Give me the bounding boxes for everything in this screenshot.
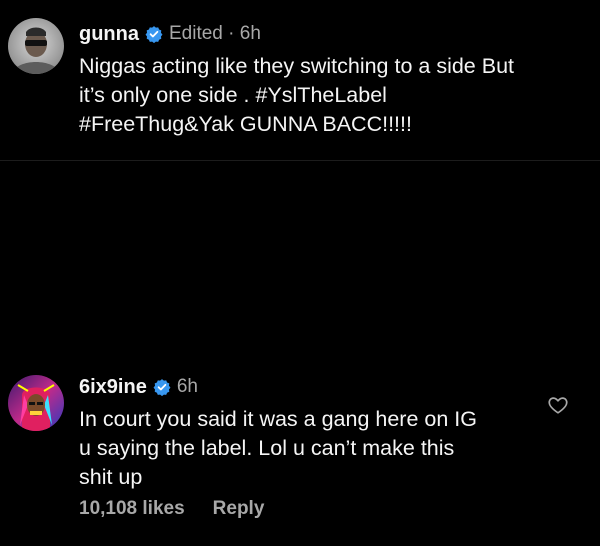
- 6ix9ine-avatar[interactable]: [8, 375, 64, 431]
- gunna-avatar-image: [8, 18, 64, 74]
- comment-line: shit up: [79, 465, 143, 489]
- post-caption-line: Niggas acting like they switching to a s…: [79, 54, 515, 78]
- post-header: gunna Edited · 6h: [79, 20, 261, 48]
- 6ix9ine-avatar-image: [8, 375, 64, 431]
- post-meta: Edited · 6h: [169, 23, 261, 44]
- post-caption-line: it’s only one side . #YslTheLabel: [79, 83, 387, 107]
- likes-count[interactable]: 10,108 likes: [79, 498, 185, 520]
- divider: [0, 160, 600, 161]
- original-post: gunna Edited · 6h Niggas acting like the…: [0, 0, 600, 162]
- heart-outline-icon[interactable]: [547, 394, 569, 416]
- verified-badge-icon: [145, 26, 163, 43]
- post-caption: Niggas acting like they switching to a s…: [79, 52, 579, 139]
- post-caption-line: #FreeThug&Yak GUNNA BACC!!!!!: [79, 112, 412, 136]
- post-username[interactable]: gunna: [79, 23, 139, 46]
- comment-timestamp: 6h: [176, 376, 198, 397]
- comment-actions: 10,108 likes Reply: [79, 498, 264, 520]
- comment-header: 6ix9ine 6h: [79, 373, 198, 401]
- comment-line: In court you said it was a gang here on …: [79, 407, 477, 431]
- verified-badge-icon: [153, 379, 171, 396]
- comment-body: In court you said it was a gang here on …: [79, 405, 539, 492]
- reply-button[interactable]: Reply: [213, 498, 265, 520]
- comment-username[interactable]: 6ix9ine: [79, 376, 147, 399]
- gunna-avatar[interactable]: [8, 18, 64, 74]
- comment-line: u saying the label. Lol u can’t make thi…: [79, 436, 455, 460]
